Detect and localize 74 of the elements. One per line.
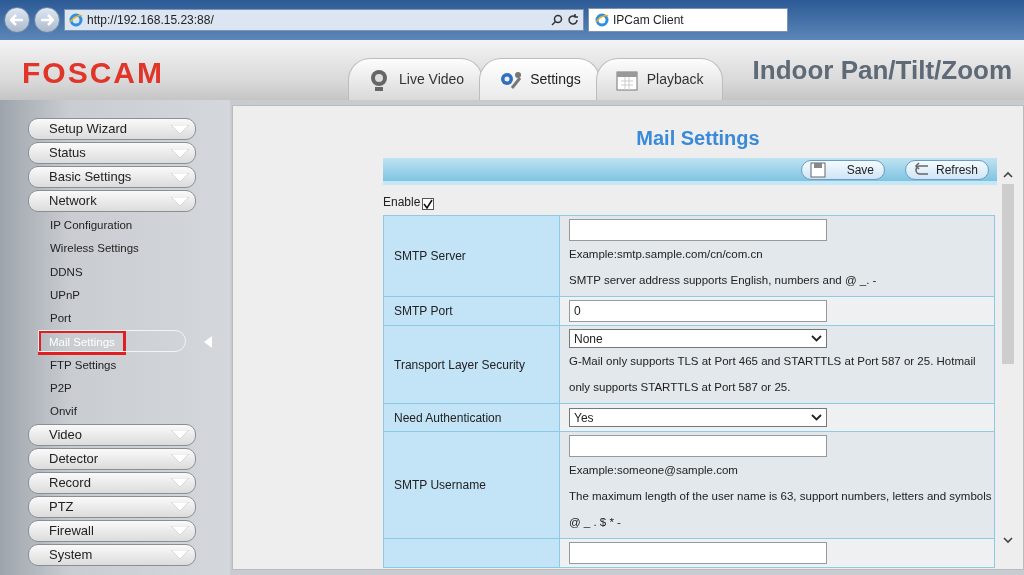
chevron-down-icon <box>811 414 822 421</box>
forward-arrow-icon <box>40 14 54 26</box>
input-field[interactable] <box>569 435 827 457</box>
menu-group-button[interactable]: System <box>28 543 196 566</box>
enable-label: Enable <box>383 194 421 211</box>
browser-icon <box>595 13 609 27</box>
caret-icon <box>171 550 189 560</box>
chevron-down-icon <box>811 335 822 342</box>
menu-group-button[interactable]: Network <box>28 190 196 212</box>
undo-arrow-icon <box>914 161 930 178</box>
scroll-thumb[interactable] <box>1002 184 1014 364</box>
caret-icon <box>171 454 189 464</box>
menu-item[interactable]: DDNS <box>50 263 83 281</box>
menu-item[interactable]: FTP Settings <box>50 356 117 375</box>
menu-group-button[interactable]: Firewall <box>28 519 196 542</box>
caret-icon <box>171 478 189 488</box>
menu-group-button[interactable]: Detector <box>28 447 196 470</box>
address-bar[interactable]: http://192.168.15.23:88/ <box>64 9 584 31</box>
caret-icon <box>171 124 189 134</box>
back-button[interactable] <box>4 7 30 33</box>
menu-item[interactable]: Wireless Settings <box>50 240 139 258</box>
save-icon <box>810 161 826 178</box>
tab-title: IPCam Client <box>613 12 684 29</box>
nav-tab[interactable]: Playback <box>595 58 723 100</box>
logo: FOSCAM <box>22 58 165 88</box>
pointer-icon <box>204 336 212 349</box>
menu-group-button[interactable]: PTZ <box>28 495 196 518</box>
caret-icon <box>171 172 189 182</box>
nav-tab[interactable]: Settings <box>479 58 600 100</box>
browser-tab[interactable]: IPCam Client <box>588 8 788 32</box>
menu-group-button[interactable]: Record <box>28 471 196 494</box>
product-title: Indoor Pan/Tilt/Zoom <box>752 54 1013 87</box>
caret-icon <box>171 148 189 158</box>
back-arrow-icon <box>10 14 24 26</box>
browser-icon <box>69 13 83 27</box>
refresh-icon <box>567 14 579 26</box>
field-label: Transport Layer Security <box>394 357 525 372</box>
hint-text: Example:someone@sample.com <box>568 463 739 478</box>
field-label: SMTP Port <box>394 304 453 318</box>
hint-text: Example:smtp.sample.com/cn/com.cn <box>568 247 764 262</box>
caret-icon <box>171 526 189 536</box>
menu-item[interactable]: UPnP <box>50 286 81 305</box>
address-text: http://192.168.15.23:88/ <box>87 12 215 29</box>
menu-item[interactable]: P2P <box>50 380 72 398</box>
caret-icon <box>171 196 189 206</box>
caret-icon <box>171 502 189 512</box>
menu-group-button[interactable]: Status <box>28 142 196 164</box>
input-field[interactable] <box>569 542 827 564</box>
field-label: SMTP Username <box>394 478 486 492</box>
menu-group-button[interactable]: Basic Settings <box>28 166 196 188</box>
checkmark-icon <box>423 199 434 209</box>
save-button[interactable]: Save <box>801 159 885 180</box>
input-field[interactable]: 0 <box>569 300 827 322</box>
menu-item[interactable]: IP Configuration <box>50 217 133 235</box>
enable-checkbox[interactable] <box>422 198 435 210</box>
input-field[interactable] <box>569 219 827 241</box>
forward-button[interactable] <box>34 7 60 33</box>
hint-text: SMTP server address supports English, numbers and @ _. - <box>568 273 878 288</box>
menu-item[interactable]: Port <box>50 310 72 328</box>
scroll-down-icon[interactable] <box>1002 535 1014 545</box>
dropdown[interactable]: Yes <box>569 408 827 427</box>
refresh-button[interactable]: Refresh <box>905 159 989 180</box>
hint-text: The maximum length of the user name is 63, support numbers, letters and symbols @ _ . $ * - <box>568 489 993 530</box>
scroll-up-icon[interactable] <box>1002 170 1014 180</box>
hint-text: G-Mail only supports TLS at Port 465 and STARTTLS at Port 587 or 25. Hotmail only supports STARTTLS at Port 587 or 25. <box>568 354 977 395</box>
menu-item[interactable]: Onvif <box>50 403 77 421</box>
caret-icon <box>171 430 189 440</box>
field-label: SMTP Server <box>394 249 466 263</box>
menu-group-button[interactable]: Setup Wizard <box>28 118 196 140</box>
page-title: Mail Settings <box>635 126 761 150</box>
dropdown[interactable]: None <box>569 329 827 348</box>
search-icon <box>551 14 563 26</box>
menu-group-button[interactable]: Video <box>28 423 196 446</box>
field-label: Need Authentication <box>394 410 502 425</box>
